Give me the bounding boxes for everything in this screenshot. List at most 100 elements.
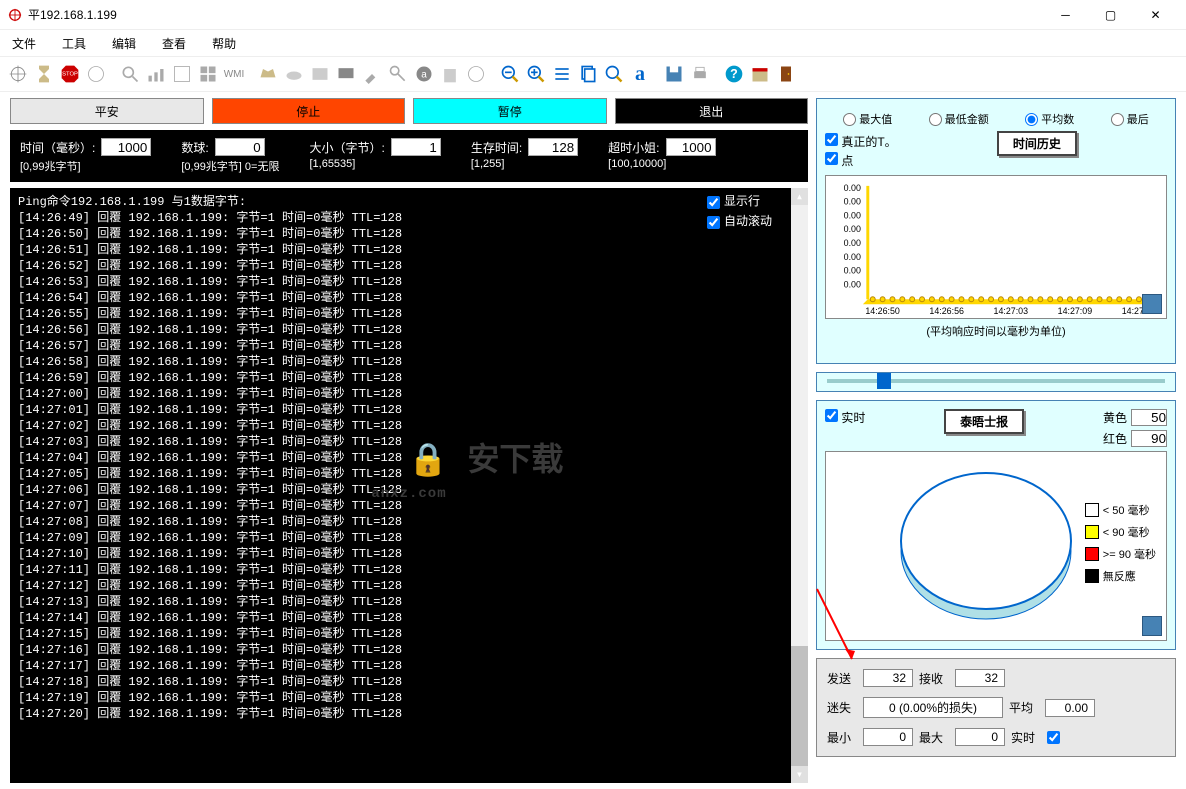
maximize-button[interactable]: ▢ xyxy=(1088,1,1133,29)
menu-file[interactable]: 文件 xyxy=(12,35,36,52)
building-icon[interactable] xyxy=(438,62,462,86)
size-label: 大小（字节）: xyxy=(309,139,384,156)
save-pie-icon[interactable] xyxy=(1142,616,1162,636)
svg-text:0.00: 0.00 xyxy=(844,224,861,234)
pie-panel: 实时 泰晤士报 黄色 红色 < 50 毫秒 < 90 毫秒 >= 90 毫秒 無… xyxy=(816,400,1176,650)
count-label: 数球: xyxy=(181,139,208,156)
chk-realtime[interactable]: 实时 xyxy=(825,409,865,426)
count-hint: [0,99兆字节] 0=无限 xyxy=(181,158,279,174)
svg-text:0.00: 0.00 xyxy=(844,252,861,262)
sent-label: 发送 xyxy=(827,670,857,687)
pause-button[interactable]: 暂停 xyxy=(413,98,607,124)
auto-scroll-checkbox[interactable]: 自动滚动 xyxy=(707,214,772,230)
stop-button[interactable]: 停止 xyxy=(212,98,406,124)
realtime-checkbox[interactable] xyxy=(1047,731,1060,744)
svg-text:?: ? xyxy=(730,67,738,81)
search-icon[interactable] xyxy=(602,62,626,86)
at-icon[interactable]: a xyxy=(412,62,436,86)
ttl-label: 生存时间: xyxy=(471,139,522,156)
svg-text:14:26:56: 14:26:56 xyxy=(929,306,964,316)
legend-lt90: < 90 毫秒 xyxy=(1085,524,1156,540)
svg-text:0.00: 0.00 xyxy=(844,183,861,193)
menu-tools[interactable]: 工具 xyxy=(62,35,86,52)
minimize-button[interactable]: ─ xyxy=(1043,1,1088,29)
size-input[interactable] xyxy=(391,138,441,156)
ttl-input[interactable] xyxy=(528,138,578,156)
crosshair-icon[interactable] xyxy=(84,62,108,86)
max-label: 最大 xyxy=(919,729,949,746)
chk-true-t[interactable]: 真正的T。 xyxy=(825,133,897,150)
calendar-icon[interactable] xyxy=(748,62,772,86)
zoom-plus-icon[interactable] xyxy=(524,62,548,86)
radio-max[interactable]: 最大值 xyxy=(843,111,892,127)
show-lines-checkbox[interactable]: 显示行 xyxy=(707,194,772,210)
svg-text:0.00: 0.00 xyxy=(844,210,861,220)
cloud-icon[interactable] xyxy=(282,62,306,86)
print-icon[interactable] xyxy=(688,62,712,86)
door-icon[interactable] xyxy=(774,62,798,86)
console-output: Ping命令192.168.1.199 与1数据字节: [14:26:49] 回… xyxy=(10,188,808,783)
stats-panel: 发送 32 接收 32 迷失 0 (0.00%的损失) 平均 0.00 最小 0… xyxy=(816,658,1176,757)
history-slider[interactable] xyxy=(816,372,1176,392)
timeout-input[interactable] xyxy=(666,138,716,156)
console-scrollbar[interactable]: ▴ ▾ xyxy=(791,188,808,783)
count-input[interactable] xyxy=(215,138,265,156)
legend-lt50: < 50 毫秒 xyxy=(1085,502,1156,518)
radio-avg[interactable]: 平均数 xyxy=(1025,111,1074,127)
svg-text:0.00: 0.00 xyxy=(844,266,861,276)
grid-icon[interactable] xyxy=(196,62,220,86)
loss-label: 迷失 xyxy=(827,699,857,716)
window-icon[interactable] xyxy=(308,62,332,86)
time-hint: [0,99兆字节] xyxy=(20,158,151,174)
menu-edit[interactable]: 编辑 xyxy=(112,35,136,52)
legend-ge90: >= 90 毫秒 xyxy=(1085,546,1156,562)
chart-icon[interactable] xyxy=(144,62,168,86)
save-chart-icon[interactable] xyxy=(1142,294,1162,314)
stop-icon[interactable]: STOP xyxy=(58,62,82,86)
chk-point[interactable]: 点 xyxy=(825,152,897,169)
min-label: 最小 xyxy=(827,729,857,746)
hourglass-icon[interactable] xyxy=(32,62,56,86)
yellow-input[interactable] xyxy=(1131,409,1167,426)
timeout-hint: [100,10000] xyxy=(608,158,715,170)
exit-button[interactable]: 退出 xyxy=(615,98,809,124)
globe-icon[interactable] xyxy=(464,62,488,86)
action-bar: 平安 停止 暂停 退出 xyxy=(10,98,808,124)
red-input[interactable] xyxy=(1131,430,1167,447)
params-bar: 时间（毫秒）: [0,99兆字节] 数球: [0,99兆字节] 0=无限 大小（… xyxy=(10,130,808,182)
legend-noresp: 無反應 xyxy=(1085,568,1156,584)
timeout-label: 超时小姐: xyxy=(608,139,659,156)
magnify-icon[interactable] xyxy=(118,62,142,86)
wmi-icon[interactable]: WMI xyxy=(222,62,246,86)
recv-label: 接收 xyxy=(919,670,949,687)
close-button[interactable]: ✕ xyxy=(1133,1,1178,29)
ship-icon[interactable] xyxy=(256,62,280,86)
zoom-minus-icon[interactable] xyxy=(498,62,522,86)
yellow-label: 黄色 xyxy=(1103,409,1127,426)
history-chart: 0.000.000.000.000.000.000.000.00 14:26:5… xyxy=(825,175,1167,319)
time-input[interactable] xyxy=(101,138,151,156)
network-icon[interactable] xyxy=(170,62,194,86)
loss-value: 0 (0.00%的损失) xyxy=(863,697,1003,718)
menu-help[interactable]: 帮助 xyxy=(212,35,236,52)
save-icon[interactable] xyxy=(662,62,686,86)
svg-text:a: a xyxy=(421,69,427,80)
radio-last[interactable]: 最后 xyxy=(1111,111,1149,127)
svg-text:STOP: STOP xyxy=(62,72,78,78)
help-icon[interactable]: ? xyxy=(722,62,746,86)
window-title: 平192.168.1.199 xyxy=(28,6,1043,23)
key-icon[interactable] xyxy=(386,62,410,86)
target-icon[interactable] xyxy=(6,62,30,86)
ping-button[interactable]: 平安 xyxy=(10,98,204,124)
menu-view[interactable]: 查看 xyxy=(162,35,186,52)
copy-icon[interactable] xyxy=(576,62,600,86)
font-icon[interactable]: a xyxy=(628,62,652,86)
monitor-icon[interactable] xyxy=(334,62,358,86)
pie-chart: < 50 毫秒 < 90 毫秒 >= 90 毫秒 無反應 xyxy=(825,451,1167,641)
tool-icon[interactable] xyxy=(360,62,384,86)
list-icon[interactable] xyxy=(550,62,574,86)
radio-min[interactable]: 最低金额 xyxy=(929,111,989,127)
max-value: 0 xyxy=(955,728,1005,746)
menubar: 文件 工具 编辑 查看 帮助 xyxy=(0,30,1186,56)
svg-text:0.00: 0.00 xyxy=(844,197,861,207)
